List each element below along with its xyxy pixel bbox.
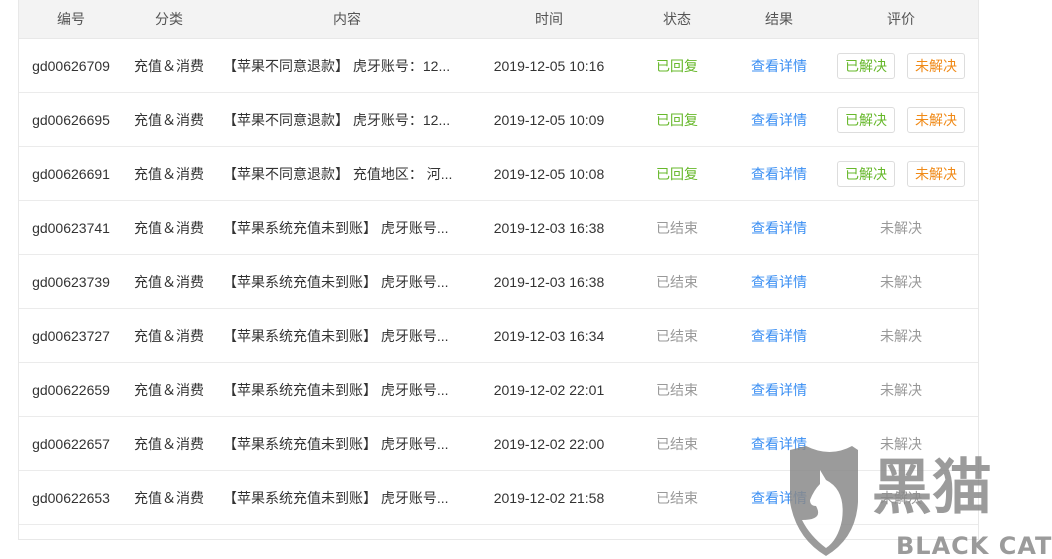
view-details-link[interactable]: 查看详情 [727,326,831,346]
table-header: 编号 分类 内容 时间 状态 结果 评价 [19,0,978,39]
table-row: gd00623741 充值＆消费 【苹果系统充值未到账】 虎牙账号... 201… [19,201,978,255]
header-cell: 状态 [663,11,691,27]
status: 已结束 [656,219,698,236]
status: 已结束 [656,435,698,452]
table-row: gd00626691 充值＆消费 【苹果不同意退款】 充值地区： 河... 20… [19,147,978,201]
rating-text: 未解决 [880,219,922,236]
category: 充值＆消费 [134,273,204,290]
rating-text: 未解决 [880,381,922,398]
category: 充值＆消费 [134,219,204,236]
category: 充值＆消费 [134,327,204,344]
view-details-link[interactable]: 查看详情 [727,164,831,184]
header-cell: 分类 [155,11,183,27]
status: 已结束 [656,273,698,290]
rating-cell: 未解决 [831,380,971,400]
ticket-id: gd00626691 [32,165,110,182]
content: 【苹果系统充值未到账】 虎牙账号... [223,327,449,344]
time: 2019-12-05 10:08 [493,165,605,182]
time: 2019-12-02 21:58 [493,489,605,506]
time: 2019-12-03 16:38 [493,273,605,290]
view-details-link[interactable]: 查看详情 [727,272,831,292]
category: 充值＆消费 [134,435,204,452]
black-cat-watermark: 黑猫 BLACK CAT [790,446,1052,558]
ticket-id: gd00622657 [32,435,110,452]
category: 充值＆消费 [134,489,204,506]
header-cell: 内容 [333,11,361,27]
status: 已结束 [656,489,698,506]
header-cell: 时间 [535,11,563,27]
table-row: gd00623727 充值＆消费 【苹果系统充值未到账】 虎牙账号... 201… [19,309,978,363]
view-details-link[interactable]: 查看详情 [727,380,831,400]
unresolved-button[interactable]: 未解决 [907,106,965,133]
status: 已结束 [656,381,698,398]
table-row: gd00626695 充值＆消费 【苹果不同意退款】 虎牙账号：12... 20… [19,93,978,147]
view-details-link[interactable]: 查看详情 [727,110,831,130]
rating-cell: 未解决 [831,326,971,346]
rating-cell: 未解决 [831,218,971,238]
rating-cell: 已解决 未解决 [831,160,971,187]
category: 充值＆消费 [134,111,204,128]
header-cell: 编号 [57,11,85,27]
ticket-id: gd00626709 [32,57,110,74]
content: 【苹果系统充值未到账】 虎牙账号... [223,273,449,290]
table-row: gd00623739 充值＆消费 【苹果系统充值未到账】 虎牙账号... 201… [19,255,978,309]
resolved-button[interactable]: 已解决 [837,160,895,187]
ticket-id: gd00623727 [32,327,110,344]
time: 2019-12-03 16:38 [493,219,605,236]
time: 2019-12-05 10:16 [493,57,605,74]
category: 充值＆消费 [134,165,204,182]
header-cell: 评价 [887,11,915,27]
status: 已回复 [656,165,698,182]
ticket-id: gd00623741 [32,219,110,236]
category: 充值＆消费 [134,57,204,74]
resolved-button[interactable]: 已解决 [837,52,895,79]
table-row: gd00622659 充值＆消费 【苹果系统充值未到账】 虎牙账号... 201… [19,363,978,417]
content: 【苹果不同意退款】 充值地区： 河... [223,165,453,182]
header-cell: 结果 [765,11,793,27]
svg-text:BLACK CAT: BLACK CAT [896,532,1052,558]
content: 【苹果不同意退款】 虎牙账号：12... [223,57,451,74]
content: 【苹果系统充值未到账】 虎牙账号... [223,381,449,398]
unresolved-button[interactable]: 未解决 [907,52,965,79]
table-row: gd00626709 充值＆消费 【苹果不同意退款】 虎牙账号：12... 20… [19,39,978,93]
rating-cell: 未解决 [831,272,971,292]
unresolved-button[interactable]: 未解决 [907,160,965,187]
svg-text:黑猫: 黑猫 [872,453,992,523]
status: 已结束 [656,327,698,344]
rating-text: 未解决 [880,273,922,290]
time: 2019-12-02 22:01 [493,381,605,398]
resolved-button[interactable]: 已解决 [837,106,895,133]
view-details-link[interactable]: 查看详情 [727,218,831,238]
status: 已回复 [656,111,698,128]
category: 充值＆消费 [134,381,204,398]
rating-cell: 已解决 未解决 [831,106,971,133]
rating-cell: 已解决 未解决 [831,52,971,79]
ticket-id: gd00623739 [32,273,110,290]
content: 【苹果系统充值未到账】 虎牙账号... [223,219,449,236]
time: 2019-12-02 22:00 [493,435,605,452]
view-details-link[interactable]: 查看详情 [727,56,831,76]
ticket-id: gd00622653 [32,489,110,506]
time: 2019-12-03 16:34 [493,327,605,344]
time: 2019-12-05 10:09 [493,111,605,128]
content: 【苹果系统充值未到账】 虎牙账号... [223,489,449,506]
ticket-id: gd00626695 [32,111,110,128]
status: 已回复 [656,57,698,74]
content: 【苹果不同意退款】 虎牙账号：12... [223,111,451,128]
rating-text: 未解决 [880,327,922,344]
content: 【苹果系统充值未到账】 虎牙账号... [223,435,449,452]
ticket-id: gd00622659 [32,381,110,398]
